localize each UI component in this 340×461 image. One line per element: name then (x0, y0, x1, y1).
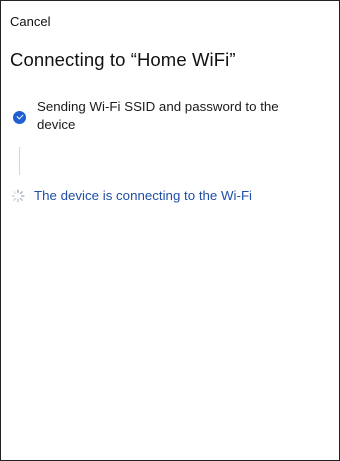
check-circle-icon (13, 111, 26, 124)
progress-step-sending: Sending Wi-Fi SSID and password to the d… (13, 98, 312, 134)
step-label: Sending Wi-Fi SSID and password to the d… (37, 99, 279, 132)
app-screen: Cancel Connecting to “Home WiFi” Sending… (0, 0, 340, 461)
step-label: The device is connecting to the Wi-Fi (34, 188, 253, 203)
step-connector (19, 147, 20, 175)
spinner-icon (11, 189, 25, 203)
cancel-button[interactable]: Cancel (10, 14, 50, 30)
progress-step-connecting: The device is connecting to the Wi-Fi (11, 187, 309, 205)
page-title: Connecting to “Home WiFi” (10, 49, 236, 70)
